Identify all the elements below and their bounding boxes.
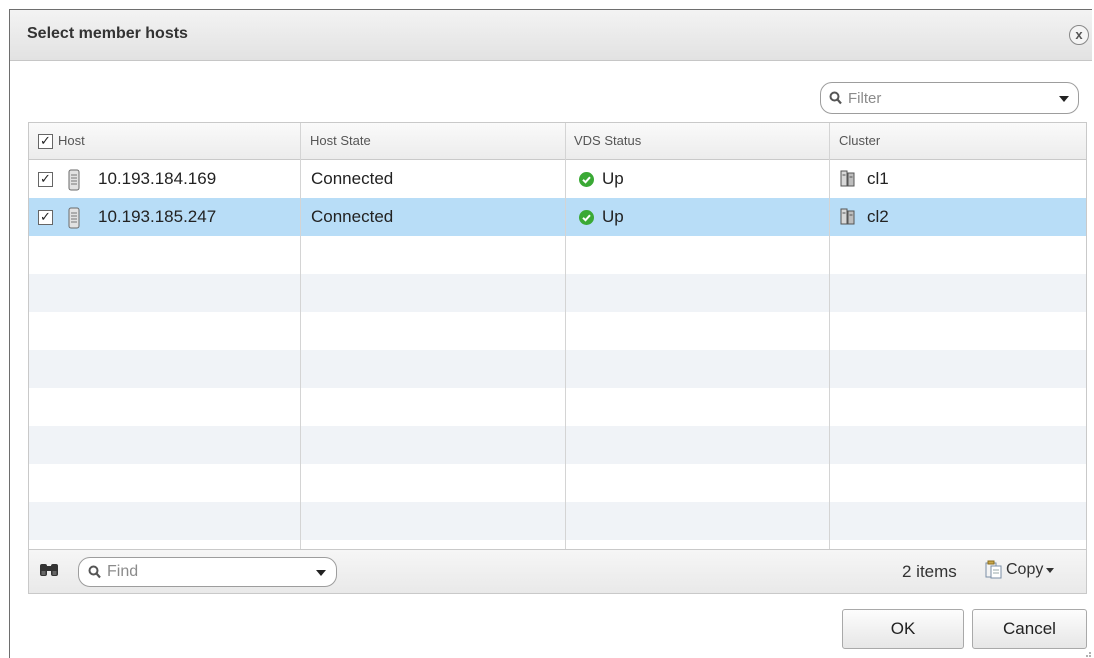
green-check-circle-icon xyxy=(579,210,594,225)
copy-clipboard-icon xyxy=(985,560,1002,579)
column-header-cluster[interactable]: Cluster xyxy=(839,123,880,159)
host-server-icon xyxy=(68,207,80,229)
table-row[interactable]: ✓ 10.193.185.247 Connected Up cl2 xyxy=(29,198,1086,236)
filter-input[interactable]: Filter xyxy=(820,82,1079,114)
dialog-titlebar[interactable]: Select member hosts x xyxy=(10,10,1092,61)
cluster-icon xyxy=(840,170,855,187)
cluster-name: cl1 xyxy=(867,169,889,188)
vds-status: Up xyxy=(602,207,624,226)
host-server-icon xyxy=(68,169,80,191)
vds-status: Up xyxy=(602,169,624,188)
chevron-down-icon[interactable] xyxy=(1046,568,1054,573)
column-header-vds-status[interactable]: VDS Status xyxy=(574,123,641,159)
empty-row xyxy=(29,426,1086,464)
empty-row xyxy=(29,236,1086,274)
search-icon xyxy=(829,91,842,105)
row-checkbox[interactable]: ✓ xyxy=(38,210,53,225)
find-input[interactable]: Find xyxy=(78,557,337,587)
host-state: Connected xyxy=(311,207,394,226)
empty-row xyxy=(29,274,1086,312)
host-name: 10.193.185.247 xyxy=(98,207,217,226)
host-state: Connected xyxy=(311,169,394,188)
binoculars-icon[interactable] xyxy=(39,562,59,578)
green-check-circle-icon xyxy=(579,172,594,187)
hosts-table: ✓ Host Host State VDS Status Cluster ✓ 1… xyxy=(28,122,1087,594)
chevron-down-icon[interactable] xyxy=(316,570,326,576)
copy-label: Copy xyxy=(1006,561,1044,578)
row-checkbox[interactable]: ✓ xyxy=(38,172,53,187)
table-footer: Find 2 items Copy xyxy=(29,549,1086,593)
empty-row xyxy=(29,388,1086,426)
resize-grip-icon[interactable] xyxy=(1082,648,1092,658)
ok-button[interactable]: OK xyxy=(842,609,964,649)
search-icon xyxy=(88,565,101,579)
filter-placeholder: Filter xyxy=(848,90,882,107)
table-row[interactable]: ✓ 10.193.184.169 Connected Up cl1 xyxy=(29,160,1086,198)
select-all-checkbox[interactable]: ✓ xyxy=(38,134,53,149)
empty-row xyxy=(29,312,1086,350)
close-icon[interactable]: x xyxy=(1069,25,1089,45)
empty-row xyxy=(29,464,1086,502)
cluster-icon xyxy=(840,208,855,225)
item-count: 2 items xyxy=(902,562,957,581)
host-name: 10.193.184.169 xyxy=(98,169,217,188)
dialog-title: Select member hosts xyxy=(27,25,188,42)
column-divider[interactable] xyxy=(300,123,301,551)
find-placeholder: Find xyxy=(107,563,139,580)
column-divider[interactable] xyxy=(829,123,830,551)
empty-row xyxy=(29,350,1086,388)
cancel-button[interactable]: Cancel xyxy=(972,609,1087,649)
empty-row xyxy=(29,502,1086,540)
column-divider[interactable] xyxy=(565,123,566,551)
table-header: ✓ Host Host State VDS Status Cluster xyxy=(29,123,1086,160)
column-header-host-state[interactable]: Host State xyxy=(310,123,371,159)
column-header-host[interactable]: Host xyxy=(58,123,85,159)
chevron-down-icon[interactable] xyxy=(1059,96,1069,102)
cluster-name: cl2 xyxy=(867,207,889,226)
select-member-hosts-dialog: Select member hosts x Filter ✓ Host Host… xyxy=(9,9,1092,658)
